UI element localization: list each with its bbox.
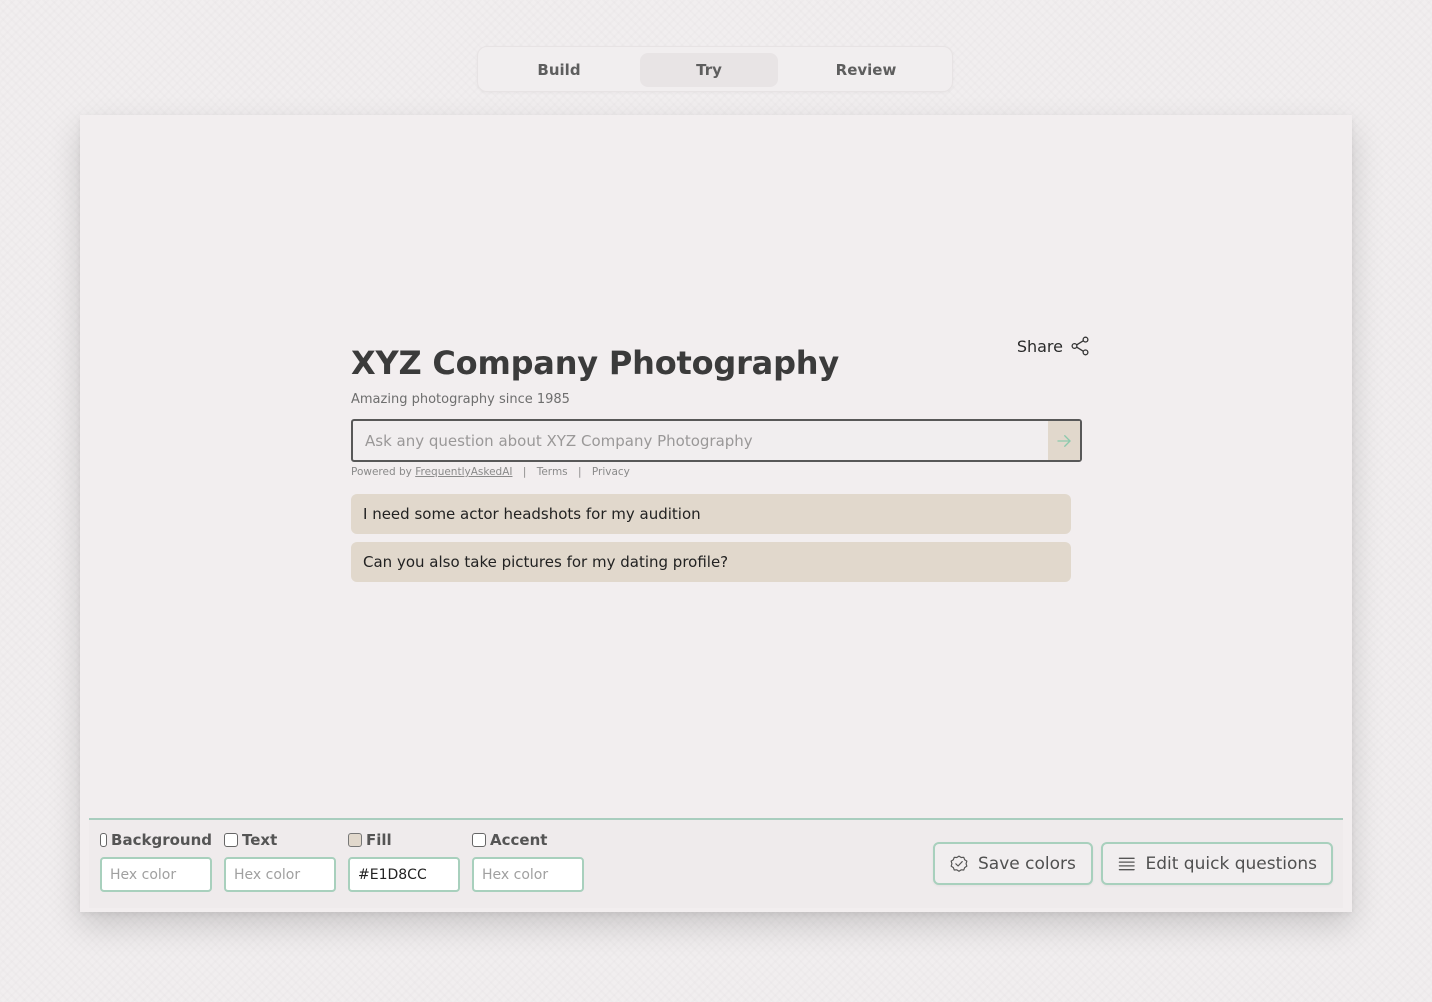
page-title: XYZ Company Photography: [351, 344, 840, 382]
question-input[interactable]: [353, 421, 1048, 460]
question-search-box: [351, 419, 1082, 462]
tab-build[interactable]: Build: [484, 53, 634, 87]
quick-question-button[interactable]: I need some actor headshots for my audit…: [351, 494, 1071, 534]
list-icon: [1118, 857, 1135, 870]
background-checkbox[interactable]: [100, 833, 108, 847]
text-color-field: Text: [224, 830, 336, 892]
accent-label-text: Accent: [490, 831, 548, 849]
tab-review[interactable]: Review: [784, 53, 948, 87]
save-colors-button[interactable]: Save colors: [933, 842, 1093, 885]
text-hex-input[interactable]: [224, 857, 336, 892]
terms-link[interactable]: Terms: [537, 466, 568, 478]
tab-try[interactable]: Try: [640, 53, 778, 87]
background-color-field: Background: [100, 830, 212, 892]
fill-label-text: Fill: [366, 831, 392, 849]
footer-separator: |: [522, 466, 527, 478]
accent-color-label: Accent: [472, 830, 584, 850]
color-toolbar: Background Text Fill Accent: [89, 818, 1343, 908]
accent-checkbox[interactable]: [472, 833, 486, 847]
share-icon: [1071, 336, 1089, 356]
accent-color-field: Accent: [472, 830, 584, 892]
arrow-right-icon: [1057, 434, 1071, 447]
accent-hex-input[interactable]: [472, 857, 584, 892]
preview-card: Share XYZ Company Photography Amazing ph…: [80, 115, 1352, 912]
share-label: Share: [1016, 336, 1063, 356]
edit-quick-questions-label: Edit quick questions: [1145, 853, 1317, 874]
background-label-text: Background: [111, 831, 212, 849]
privacy-link[interactable]: Privacy: [592, 466, 630, 478]
fill-color-field: Fill: [348, 830, 460, 892]
edit-quick-questions-button[interactable]: Edit quick questions: [1101, 842, 1333, 885]
send-button[interactable]: [1048, 421, 1080, 460]
fill-color-label: Fill: [348, 830, 460, 850]
powered-by-link[interactable]: FrequentlyAskedAI: [415, 466, 512, 478]
save-colors-label: Save colors: [978, 853, 1076, 874]
background-color-label: Background: [100, 830, 212, 850]
text-label-text: Text: [242, 831, 278, 849]
footer-separator: |: [577, 466, 582, 478]
mode-tabs: Build Try Review: [477, 46, 953, 92]
powered-by-text: Powered by: [351, 466, 412, 478]
background-hex-input[interactable]: [100, 857, 212, 892]
text-checkbox[interactable]: [224, 833, 238, 847]
check-badge-icon: [950, 855, 968, 872]
text-color-label: Text: [224, 830, 336, 850]
quick-question-button[interactable]: Can you also take pictures for my dating…: [351, 542, 1071, 582]
share-button[interactable]: Share: [1017, 335, 1091, 357]
page-subtitle: Amazing photography since 1985: [351, 392, 570, 407]
powered-by-footer: Powered by FrequentlyAskedAI | Terms | P…: [351, 466, 630, 478]
fill-checkbox[interactable]: [348, 833, 362, 847]
fill-hex-input[interactable]: [348, 857, 460, 892]
